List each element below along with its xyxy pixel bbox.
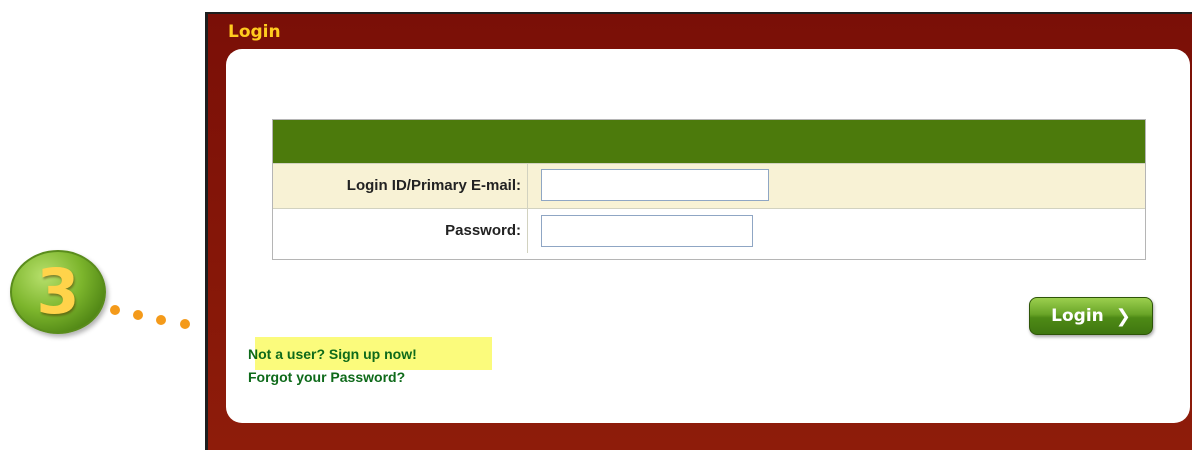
- password-field[interactable]: [541, 215, 753, 247]
- chevron-right-icon: ❯: [1115, 305, 1131, 327]
- email-row: Login ID/Primary E-mail:: [273, 163, 1145, 208]
- form-header-bar: [273, 120, 1145, 163]
- step-number-label: 3: [36, 255, 80, 328]
- login-button[interactable]: Login ❯: [1029, 297, 1153, 335]
- email-field[interactable]: [541, 169, 769, 201]
- annotation-dot: [156, 315, 166, 325]
- panel-title: Login: [228, 22, 281, 42]
- step-number-badge: 3: [10, 250, 106, 334]
- annotation-dot: [133, 310, 143, 320]
- login-button-label: Login: [1051, 306, 1104, 326]
- annotation-dot: [110, 305, 120, 315]
- login-form-table: Login ID/Primary E-mail: Password:: [272, 119, 1146, 260]
- annotation-dot: [180, 319, 190, 329]
- login-panel: Login Login ID/Primary E-mail: Password:…: [205, 12, 1192, 450]
- email-label: Login ID/Primary E-mail:: [273, 164, 528, 208]
- login-content-box: Login ID/Primary E-mail: Password: Login…: [226, 49, 1190, 423]
- forgot-password-link[interactable]: Forgot your Password?: [248, 369, 405, 385]
- password-row: Password:: [273, 208, 1145, 253]
- signup-link[interactable]: Not a user? Sign up now!: [248, 346, 417, 362]
- password-label: Password:: [273, 209, 528, 253]
